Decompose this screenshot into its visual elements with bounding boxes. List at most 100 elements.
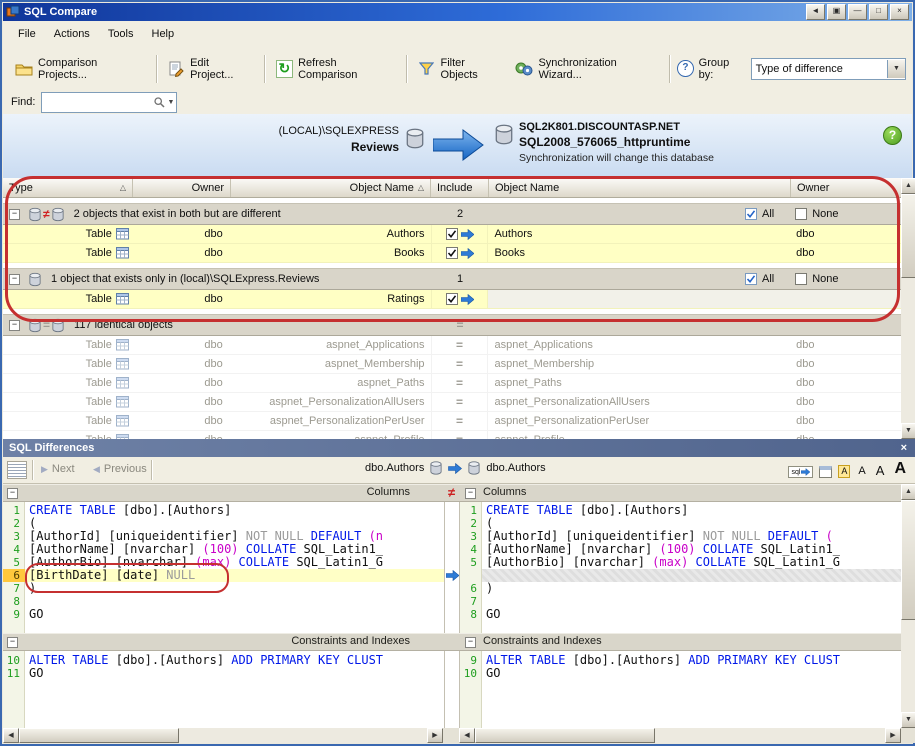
close-button[interactable]: × — [890, 4, 909, 20]
toolbar-separator — [264, 55, 266, 83]
scroll-down-icon[interactable]: ▼ — [901, 712, 915, 728]
header-owner-left[interactable]: Owner — [133, 178, 231, 197]
table-row[interactable]: TabledboAuthorsAuthorsdbo — [3, 225, 901, 244]
include-cell[interactable]: = — [431, 374, 489, 392]
include-checkbox[interactable] — [446, 247, 458, 259]
sql-pane-right-columns[interactable]: 1CREATE TABLE [dbo].[Authors]2(3[AuthorI… — [460, 504, 901, 621]
select-none-button[interactable]: None — [812, 273, 838, 285]
left-horizontal-scrollbar[interactable]: ◀ ▶ — [3, 728, 443, 743]
select-none-icon[interactable] — [795, 208, 807, 220]
table-row[interactable]: Tabledboaspnet_Profile=aspnet_Profiledbo — [3, 431, 901, 439]
chevron-down-icon[interactable]: ▼ — [168, 99, 175, 106]
group-row[interactable]: −≠2 objects that exist in both but are d… — [3, 203, 901, 225]
title-bar[interactable]: SQL Compare ◄ ▣ — □ × — [3, 3, 912, 21]
header-object-name-right[interactable]: Object Name — [489, 178, 791, 197]
copy-line-arrow-button[interactable] — [445, 569, 459, 582]
minimize-button[interactable]: — — [848, 4, 867, 20]
select-all-icon[interactable] — [745, 273, 757, 285]
header-include[interactable]: Include — [431, 178, 489, 197]
include-cell[interactable] — [431, 290, 489, 308]
select-none-icon[interactable] — [795, 273, 807, 285]
scrollbar-thumb[interactable] — [475, 728, 655, 743]
code-text: [AuthorName] [nvarchar] (100) COLLATE SQ… — [25, 543, 444, 556]
font-size-large-button[interactable]: A — [874, 463, 887, 478]
font-size-xlarge-button[interactable]: A — [892, 460, 908, 478]
table-row[interactable]: Tabledboaspnet_Paths=aspnet_Pathsdbo — [3, 374, 901, 393]
sql-pane-left-columns[interactable]: 1CREATE TABLE [dbo].[Authors]2(3[AuthorI… — [3, 504, 444, 621]
scroll-right-icon[interactable]: ▶ — [885, 728, 901, 743]
select-all-icon[interactable] — [745, 208, 757, 220]
select-all-button[interactable]: All — [762, 273, 774, 285]
window-extra-button-2[interactable]: ▣ — [827, 4, 846, 20]
scroll-right-icon[interactable]: ▶ — [427, 728, 443, 743]
grid-vertical-scrollbar[interactable]: ▲ ▼ — [901, 178, 915, 439]
include-cell[interactable]: = — [431, 431, 489, 439]
scroll-left-icon[interactable]: ◀ — [459, 728, 475, 743]
include-cell[interactable] — [431, 225, 489, 243]
refresh-comparison-button[interactable]: ↻ Refresh Comparison — [270, 53, 403, 85]
scrollbar-thumb[interactable] — [19, 728, 179, 743]
scroll-up-icon[interactable]: ▲ — [901, 484, 915, 500]
window-extra-button-1[interactable]: ◄ — [806, 4, 825, 20]
menu-actions[interactable]: Actions — [45, 25, 99, 43]
find-input[interactable]: ▼ — [41, 92, 177, 113]
synchronization-wizard-button[interactable]: Synchronization Wizard... — [509, 53, 665, 85]
previous-button[interactable]: ◀ Previous — [93, 463, 147, 475]
sql-script-icon[interactable]: sql — [788, 466, 813, 478]
header-type[interactable]: Type△ — [3, 178, 133, 197]
sql-pane-right-constraints[interactable]: 9ALTER TABLE [dbo].[Authors] ADD PRIMARY… — [460, 654, 901, 680]
sql-pane-left-constraints[interactable]: 10ALTER TABLE [dbo].[Authors] ADD PRIMAR… — [3, 654, 444, 680]
include-cell[interactable]: = — [431, 355, 489, 373]
select-all-button[interactable]: All — [762, 208, 774, 220]
menu-file[interactable]: File — [9, 25, 45, 43]
group-by-dropdown[interactable]: Type of difference ▼ — [751, 58, 906, 80]
include-cell[interactable]: = — [431, 393, 489, 411]
font-size-small-button[interactable]: A — [838, 465, 850, 478]
collapse-button[interactable]: − — [465, 637, 476, 648]
diff-list-icon[interactable] — [7, 461, 27, 479]
filter-objects-button[interactable]: Filter Objects — [412, 53, 509, 85]
group-row[interactable]: −=117 identical objects= — [3, 314, 901, 336]
group-by-help-icon[interactable]: ? — [677, 60, 694, 77]
table-row[interactable]: TabledboRatings — [3, 290, 901, 309]
collapse-button[interactable]: − — [465, 488, 476, 499]
table-row[interactable]: Tabledboaspnet_Membership=aspnet_Members… — [3, 355, 901, 374]
include-cell[interactable] — [431, 244, 489, 262]
edit-project-button[interactable]: Edit Project... — [162, 53, 260, 85]
help-button[interactable]: ? — [883, 126, 902, 145]
panel-layout-icon[interactable] — [819, 466, 832, 478]
scroll-left-icon[interactable]: ◀ — [3, 728, 19, 743]
pane-divider[interactable] — [444, 484, 445, 728]
collapse-button[interactable]: − — [9, 209, 20, 220]
right-horizontal-scrollbar[interactable]: ◀ ▶ — [459, 728, 901, 743]
header-object-name-left[interactable]: Object Name△ — [231, 178, 431, 197]
group-icon: = — [29, 318, 64, 333]
menu-tools[interactable]: Tools — [99, 25, 143, 43]
chevron-down-icon[interactable]: ▼ — [887, 60, 905, 78]
table-row[interactable]: Tabledboaspnet_PersonalizationAllUsers=a… — [3, 393, 901, 412]
include-cell[interactable]: = — [431, 412, 489, 430]
scrollbar-thumb[interactable] — [901, 194, 915, 278]
table-row[interactable]: Tabledboaspnet_Applications=aspnet_Appli… — [3, 336, 901, 355]
scroll-down-icon[interactable]: ▼ — [901, 423, 915, 439]
next-button[interactable]: ▶ Next — [41, 463, 75, 475]
include-checkbox[interactable] — [446, 228, 458, 240]
scroll-up-icon[interactable]: ▲ — [901, 178, 915, 194]
header-owner-right[interactable]: Owner — [791, 178, 901, 197]
include-checkbox[interactable] — [446, 293, 458, 305]
include-cell[interactable]: = — [431, 336, 489, 354]
sql-vertical-scrollbar[interactable]: ▲ ▼ — [901, 484, 915, 728]
table-row[interactable]: Tabledboaspnet_PersonalizationPerUser=as… — [3, 412, 901, 431]
group-row[interactable]: −1 object that exists only in (local)\SQ… — [3, 268, 901, 290]
collapse-button[interactable]: − — [9, 274, 20, 285]
font-size-medium-button[interactable]: A — [856, 465, 867, 478]
close-icon[interactable]: × — [898, 442, 910, 454]
comparison-projects-button[interactable]: Comparison Projects... — [9, 53, 152, 85]
line-number: 1 — [3, 504, 25, 517]
select-none-button[interactable]: None — [812, 208, 838, 220]
table-row[interactable]: TabledboBooksBooksdbo — [3, 244, 901, 263]
menu-help[interactable]: Help — [143, 25, 184, 43]
scrollbar-thumb[interactable] — [901, 500, 915, 620]
collapse-button[interactable]: − — [9, 320, 20, 331]
maximize-button[interactable]: □ — [869, 4, 888, 20]
